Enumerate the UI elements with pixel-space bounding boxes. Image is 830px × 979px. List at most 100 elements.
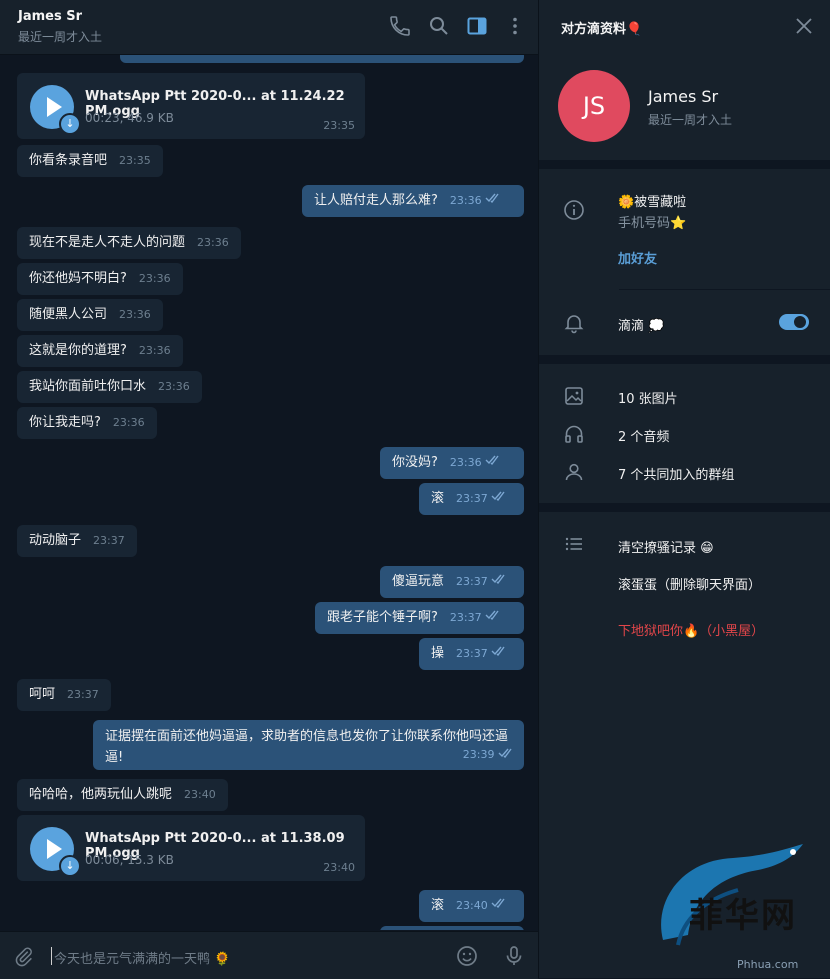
message-time: 23:36 xyxy=(138,344,171,357)
delete-chat-button[interactable]: 滚蛋蛋（删除聊天界面） xyxy=(618,574,761,593)
voice-message[interactable]: ↓ WhatsApp Ptt 2020-0... at 11.24.22 PM.… xyxy=(17,73,365,139)
more-icon[interactable] xyxy=(503,14,527,38)
message-text: 你没妈? xyxy=(392,455,438,470)
add-friend-button[interactable]: 加好友 xyxy=(618,248,657,267)
message-text: 滚 xyxy=(431,898,445,913)
message-time: 23:35 xyxy=(119,154,151,167)
read-check-icon xyxy=(491,482,507,514)
common-groups[interactable]: 7 个共同加入的群组 xyxy=(618,464,734,483)
read-check-icon xyxy=(485,601,501,633)
voice-message[interactable]: ↓ WhatsApp Ptt 2020-0... at 11.38.09 PM.… xyxy=(17,815,365,881)
message-time: 23:37 xyxy=(456,575,488,588)
read-check-icon xyxy=(485,446,501,478)
message-time: 23:36 xyxy=(449,194,482,207)
message-text: 傻逼玩意 xyxy=(392,574,445,589)
download-icon[interactable]: ↓ xyxy=(59,113,81,135)
voice-file-meta: 00:06, 15.3 KB xyxy=(85,853,174,867)
notifications-toggle[interactable] xyxy=(779,314,809,330)
message-bubble[interactable]: 呵呵 23:37 xyxy=(17,679,111,711)
message-bubble[interactable]: 跟老子能个锤子啊? 23:37 xyxy=(315,602,524,634)
message-text: 现在不是走人不走人的问题 xyxy=(29,235,186,250)
message-text: 滚 xyxy=(431,491,445,506)
message-list[interactable]: ↓ WhatsApp Ptt 2020-0... at 11.24.22 PM.… xyxy=(0,55,538,930)
message-text: 这就是你的道理? xyxy=(29,343,127,358)
clear-history-button[interactable]: 清空撩骚记录 😁 xyxy=(618,537,714,556)
message-bubble[interactable]: 让人赔付走人那么难? 23:36 xyxy=(302,185,524,217)
message-text: 你还他妈不明白? xyxy=(29,271,127,286)
block-user-button[interactable]: 下地狱吧你🔥（小黑屋） xyxy=(618,620,764,639)
message-input[interactable]: 今天也是元气满满的一天鸭 🌻 xyxy=(54,948,230,967)
attach-icon[interactable] xyxy=(12,944,36,968)
message-time: 23:37 xyxy=(456,647,488,660)
message-text: 随便黑人公司 xyxy=(29,307,108,322)
microphone-icon[interactable] xyxy=(502,944,526,968)
profile-name: James Sr xyxy=(648,87,719,106)
message-bubble[interactable]: 你没妈? 23:36 xyxy=(380,447,524,479)
message-bubble[interactable]: 动动脑子 23:37 xyxy=(17,525,137,557)
message-bubble[interactable]: 你看条录音吧 23:35 xyxy=(17,145,163,177)
chat-status: 最近一周才入土 xyxy=(18,30,103,44)
section-separator xyxy=(539,503,830,512)
message-text: 跟老子能个锤子啊? xyxy=(327,610,438,625)
photo-icon xyxy=(563,385,585,407)
message-time: 23:40 xyxy=(456,899,488,912)
message-time: 23:40 xyxy=(323,861,355,874)
message-bubble-multiline[interactable]: 证据摆在面前还他妈逼逼，求助者的信息也发你了让你联系你他吗还逼 逼! 23:39 xyxy=(93,720,524,770)
shared-photos[interactable]: 10 张图片 xyxy=(618,388,678,407)
message-bubble-partial xyxy=(120,55,524,63)
message-bubble[interactable]: 我站你面前吐你口水 23:36 xyxy=(17,371,202,403)
message-text: 你让我走吗? xyxy=(29,415,101,430)
message-text: 操 xyxy=(431,646,445,661)
message-time: 23:35 xyxy=(323,119,355,132)
message-bubble[interactable]: 哈哈哈，他两玩仙人跳呢 23:40 xyxy=(17,779,228,811)
list-icon xyxy=(563,533,585,555)
message-time: 23:36 xyxy=(158,380,190,393)
message-bubble[interactable]: 你还他妈不明白? 23:36 xyxy=(17,263,183,295)
message-bubble[interactable]: 你让我走吗? 23:36 xyxy=(17,407,157,439)
notifications-label: 滴滴 💭 xyxy=(618,319,665,334)
phone-icon[interactable] xyxy=(388,14,412,38)
watermark-text: 菲华网 xyxy=(689,896,797,936)
message-time: 23:36 xyxy=(197,236,229,249)
message-time: 23:36 xyxy=(119,308,151,321)
voice-file-meta: 00:23, 46.9 KB xyxy=(85,111,174,125)
message-time-wrap: 23:39 xyxy=(463,744,514,765)
shared-audio[interactable]: 2 个音频 xyxy=(618,426,669,445)
close-icon[interactable] xyxy=(794,16,814,36)
bell-icon xyxy=(563,312,585,334)
message-time: 23:37 xyxy=(67,688,99,701)
message-time: 23:36 xyxy=(112,416,145,429)
download-icon[interactable]: ↓ xyxy=(59,855,81,877)
message-text: 你看条录音吧 xyxy=(29,153,108,168)
message-bubble[interactable]: 滚 23:40 xyxy=(419,890,524,922)
chat-title[interactable]: James Sr xyxy=(18,9,82,24)
section-separator xyxy=(539,355,830,364)
panel-title: 对方滴资料🎈 xyxy=(561,22,643,37)
message-text: 我站你面前吐你口水 xyxy=(29,379,147,394)
message-text-line-1: 证据摆在面前还他妈逼逼，求助者的信息也发你了让你联系你他吗还逼 xyxy=(105,729,509,744)
profile-status: 最近一周才入土 xyxy=(648,113,733,127)
message-bubble[interactable]: 傻逼玩意 23:37 xyxy=(380,566,524,598)
message-text: 呵呵 xyxy=(29,687,56,702)
message-bubble[interactable]: 这就是你的道理? 23:36 xyxy=(17,335,183,367)
emoji-icon[interactable] xyxy=(455,944,479,968)
message-time: 23:40 xyxy=(184,788,216,801)
message-bubble[interactable]: 滚 23:37 xyxy=(419,483,524,515)
search-icon[interactable] xyxy=(427,14,451,38)
message-bubble[interactable]: 现在不是走人不走人的问题 23:36 xyxy=(17,227,241,259)
user-icon xyxy=(563,461,585,483)
message-bubble[interactable]: 随便黑人公司 23:36 xyxy=(17,299,163,331)
headphones-icon xyxy=(563,423,585,445)
avatar[interactable]: JS xyxy=(558,70,630,142)
watermark-subtext: Phhua.com xyxy=(737,958,799,971)
message-text: 让人赔付走人那么难? xyxy=(314,193,438,208)
message-text-line-2: 逼! xyxy=(105,750,124,765)
message-time: 23:36 xyxy=(138,272,171,285)
phone-label: 手机号码⭐ xyxy=(618,216,687,231)
chat-header: James Sr 最近一周才入土 xyxy=(0,0,538,55)
section-separator xyxy=(539,160,830,169)
sidebar-toggle-icon[interactable] xyxy=(465,14,489,38)
toggle-knob xyxy=(792,314,808,330)
message-bubble[interactable]: 操 23:37 xyxy=(419,638,524,670)
chat-pane: James Sr 最近一周才入土 ↓ WhatsApp Ptt 2020-0..… xyxy=(0,0,538,979)
